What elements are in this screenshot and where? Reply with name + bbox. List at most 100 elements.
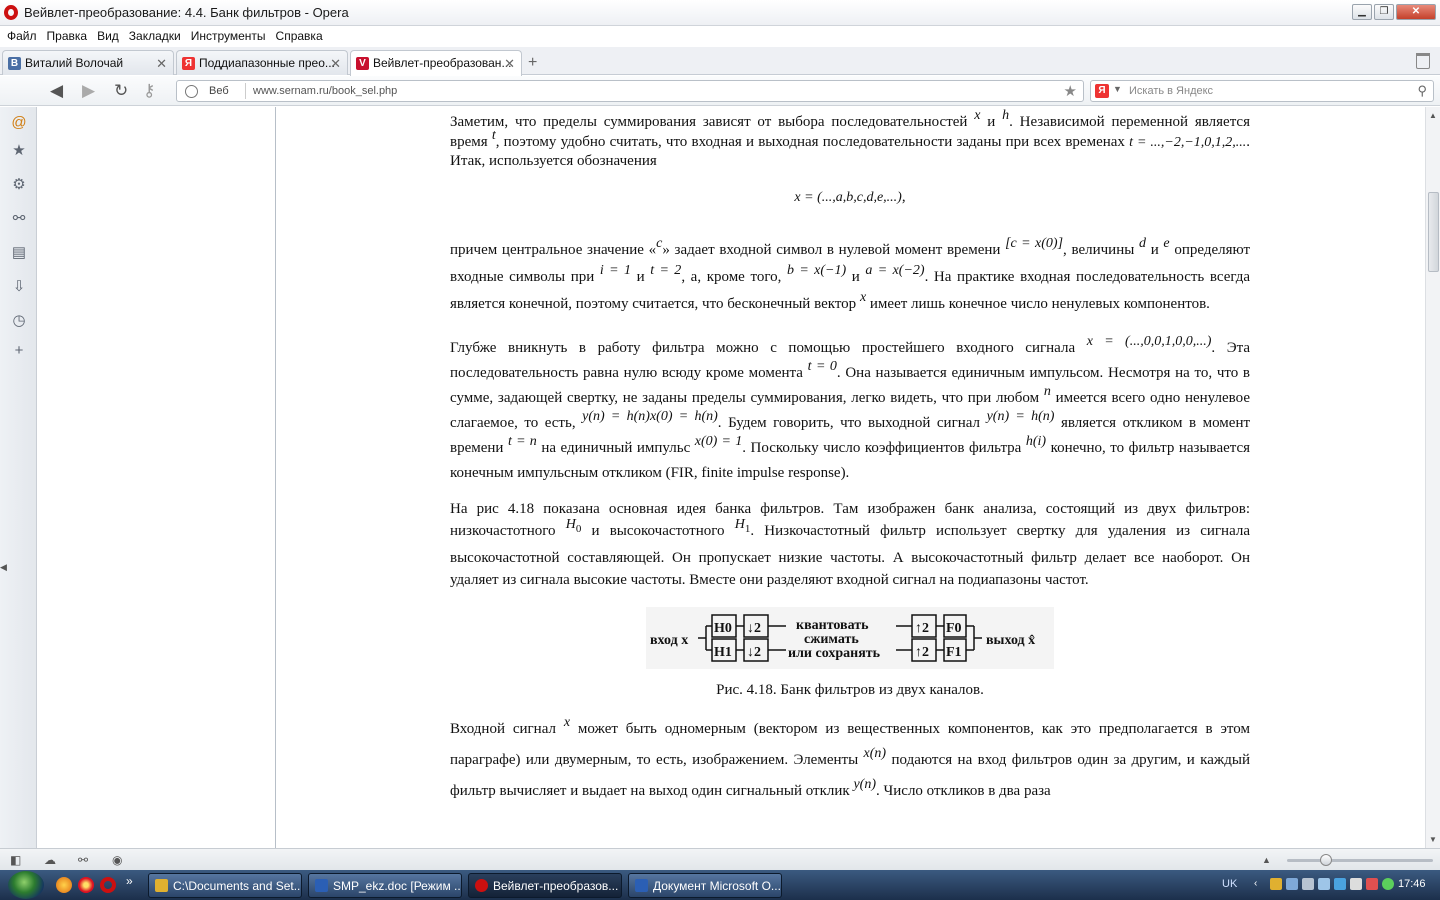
search-placeholder: Искать в Яндекс (1129, 85, 1214, 97)
unite-share-icon[interactable]: ⚯ (11, 211, 27, 227)
diagram-f1: F1 (946, 645, 962, 660)
globe-icon (185, 85, 198, 98)
maximize-button[interactable]: ❐ (1374, 4, 1394, 20)
panel-sidebar: @ ★ ⚙ ⚯ ▤ ⇩ ◷ + ◀ (0, 107, 37, 848)
diagram-up-bottom: ↑2 (915, 645, 929, 660)
minimize-button[interactable]: ▁ (1352, 4, 1372, 20)
clock[interactable]: 17:46 (1398, 878, 1426, 890)
menu-edit[interactable]: Правка (42, 27, 93, 45)
task-opera[interactable]: Вейвлет-преобразов... (468, 873, 622, 898)
h1-symbol: H1 (734, 517, 751, 535)
opera-logo-icon (4, 5, 18, 20)
menu-bookmarks[interactable]: Закладки (124, 27, 186, 45)
chrome-icon[interactable] (78, 877, 94, 893)
diagram-mid-3: или сохранять (788, 646, 881, 661)
diagram-f0: F0 (946, 621, 962, 636)
tab-close-icon[interactable]: ✕ (504, 56, 515, 72)
search-field[interactable]: Я ▼ Искать в Яндекс ⚲ (1090, 80, 1434, 102)
page-content: Заметим, что пределы суммирования завися… (277, 107, 1425, 848)
bookmarks-star-icon[interactable]: ★ (11, 143, 27, 159)
navigation-bar: ◀ ▶ ↻ ⚷ Веб www.sernam.ru/book_sel.php ★… (0, 76, 1440, 106)
start-button[interactable] (8, 871, 44, 899)
figure-filter-bank: вход x H0 H1 ↓2 ↓2 квантовать сжимать ил… (646, 606, 1054, 669)
widgets-gear-icon[interactable]: ⚙ (11, 177, 27, 193)
system-tray: UK ‹ 17:46 (1216, 870, 1440, 900)
scroll-up-icon[interactable]: ▲ (1429, 111, 1437, 120)
new-tab-icon[interactable]: + (528, 54, 537, 72)
tray-expand-icon[interactable]: ‹ (1254, 878, 1266, 890)
tab-label: Поддиапазонные прео... (199, 56, 335, 70)
turbo-cloud-icon[interactable]: ☁ (44, 853, 56, 867)
unite-icon[interactable]: ⚯ (78, 853, 88, 867)
menu-file[interactable]: Файл (2, 27, 42, 45)
scroll-down-icon[interactable]: ▼ (1429, 835, 1437, 844)
downloads-icon[interactable]: ⇩ (11, 279, 27, 295)
zoom-slider[interactable] (1287, 859, 1433, 862)
window-controls: ▁ ❐ ✕ (1352, 4, 1436, 20)
bookmark-star-icon[interactable]: ★ (1064, 82, 1077, 100)
chevron-down-icon[interactable]: ▼ (1113, 84, 1122, 94)
tray-app-icon[interactable] (1334, 878, 1346, 890)
menu-bar: Файл Правка Вид Закладки Инструменты Спр… (0, 27, 1440, 45)
menu-help[interactable]: Справка (271, 27, 328, 45)
mail-icon[interactable]: @ (11, 115, 27, 131)
tab-yandex[interactable]: Я Поддиапазонные прео... ✕ (176, 50, 348, 75)
tray-network-icon[interactable] (1382, 878, 1394, 890)
zoom-slider-thumb[interactable] (1320, 854, 1332, 866)
menu-tools[interactable]: Инструменты (186, 27, 271, 45)
vk-favicon-icon: В (8, 57, 21, 70)
quicklaunch-more-icon[interactable]: » (126, 874, 142, 890)
history-clock-icon[interactable]: ◷ (11, 313, 27, 329)
back-icon[interactable]: ◀ (50, 81, 63, 101)
word-icon (635, 879, 648, 892)
panel-toggle-icon[interactable]: ◧ (10, 853, 21, 867)
paragraph-filter-bank: На рис 4.18 показана основная идея банка… (450, 501, 1251, 588)
add-panel-icon[interactable]: + (11, 343, 27, 359)
vertical-scrollbar[interactable]: ▲ ▼ (1425, 107, 1440, 848)
diagram-down-top: ↓2 (747, 621, 761, 636)
scrollbar-thumb[interactable] (1428, 192, 1439, 272)
firefox-icon[interactable] (56, 877, 72, 893)
trash-icon[interactable] (1416, 53, 1430, 69)
tray-app-icon[interactable] (1318, 878, 1330, 890)
tab-vk[interactable]: В Виталий Волочай ✕ (2, 50, 174, 75)
tray-app-icon[interactable] (1350, 878, 1362, 890)
window-title: Вейвлет-преобразование: 4.4. Банк фильтр… (24, 5, 349, 20)
forward-icon[interactable]: ▶ (82, 81, 95, 101)
collapse-panel-icon[interactable]: ◀ (0, 562, 7, 573)
yandex-search-icon[interactable]: Я (1095, 84, 1109, 98)
tab-wavelet[interactable]: V Вейвлет-преобразован... ✕ (350, 50, 522, 76)
tray-app-icon[interactable] (1270, 878, 1282, 890)
close-button[interactable]: ✕ (1396, 4, 1436, 20)
task-word-doc[interactable]: SMP_ekz.doc [Режим ... (308, 873, 462, 898)
tab-label: Вейвлет-преобразован... (373, 56, 512, 70)
title-bar: Вейвлет-преобразование: 4.4. Банк фильтр… (0, 0, 1440, 26)
language-indicator[interactable]: UK (1222, 878, 1237, 890)
search-icon[interactable]: ⚲ (1417, 83, 1427, 99)
url-text[interactable]: www.sernam.ru/book_sel.php (253, 85, 397, 97)
paragraph-impulse: Глубже вникнуть в работу фильтра можно с… (450, 334, 1251, 481)
address-divider (245, 83, 246, 99)
yandex-favicon-icon: Я (182, 57, 195, 70)
diagram-h0: H0 (714, 621, 732, 636)
task-explorer[interactable]: C:\Documents and Set... (148, 873, 302, 898)
key-icon[interactable]: ⚷ (143, 81, 155, 101)
tab-close-icon[interactable]: ✕ (330, 56, 341, 72)
tab-bar: В Виталий Волочай ✕ Я Поддиапазонные пре… (0, 47, 1440, 76)
task-word-new[interactable]: Документ Microsoft O... (628, 873, 782, 898)
tray-app-icon[interactable] (1302, 878, 1314, 890)
tray-app-icon[interactable] (1366, 878, 1378, 890)
article-body: Заметим, что пределы суммирования завися… (450, 108, 1251, 807)
notes-icon[interactable]: ▤ (11, 245, 27, 261)
zoom-menu-icon[interactable]: ▲ (1262, 855, 1271, 865)
diagram-h1: H1 (714, 645, 732, 660)
menu-view[interactable]: Вид (92, 27, 124, 45)
word-icon (315, 879, 328, 892)
tray-app-icon[interactable] (1286, 878, 1298, 890)
speed-dial-icon[interactable]: ◉ (112, 853, 122, 867)
tab-close-icon[interactable]: ✕ (156, 56, 167, 72)
opera-quicklaunch-icon[interactable] (100, 877, 116, 893)
diagram-output-label: выход x̂ (986, 633, 1035, 648)
address-bar[interactable]: Веб www.sernam.ru/book_sel.php ★ (176, 80, 1084, 102)
reload-icon[interactable]: ↻ (114, 81, 128, 101)
